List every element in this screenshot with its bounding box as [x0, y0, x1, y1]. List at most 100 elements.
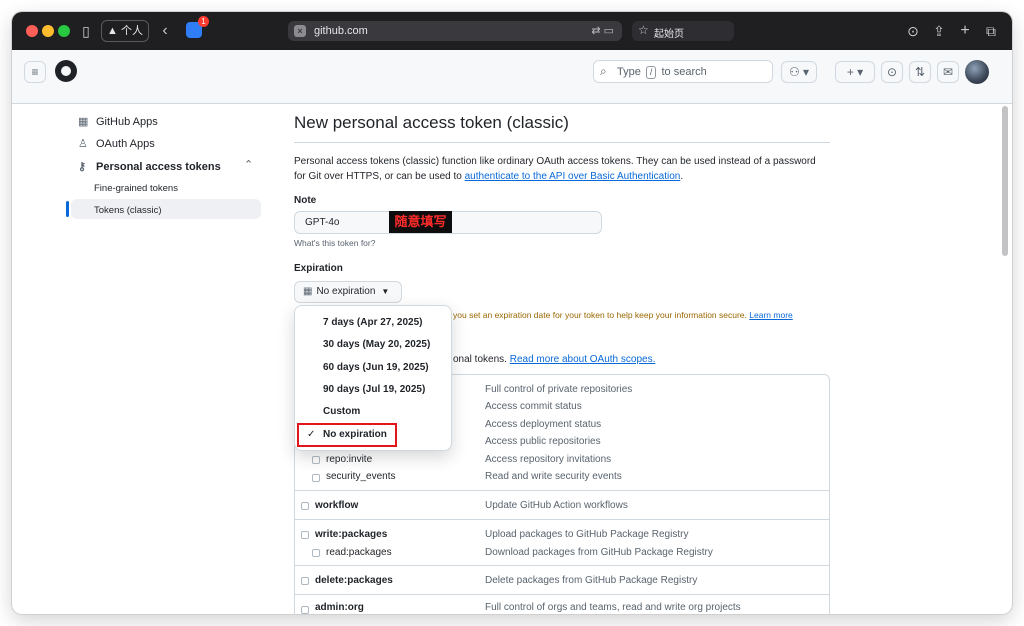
annotation-label: 随意填写	[389, 211, 452, 233]
pull-requests-icon[interactable]: ⇅	[909, 61, 931, 83]
table-row: delete:packages Delete packages from Git…	[295, 565, 829, 594]
sidebar-toggle-icon[interactable]: ▯	[78, 22, 94, 40]
learn-more-link[interactable]: Learn more	[749, 310, 792, 320]
apps-grid-icon: ▦	[78, 116, 89, 128]
search-icon: ⌕	[600, 64, 607, 78]
table-row: workflow Update GitHub Action workflows	[295, 490, 829, 519]
sidebar-item-tokens-classic[interactable]: Tokens (classic)	[94, 205, 162, 216]
note-hint: What's this token for?	[294, 238, 376, 248]
tab-overview-icon[interactable]: ⧉	[984, 22, 998, 40]
highlight-box	[297, 423, 397, 447]
address-url: github.com	[314, 25, 368, 37]
avatar[interactable]	[965, 60, 989, 84]
scope-description: Access commit status	[485, 401, 582, 412]
github-header: ≡ ⌕ Type / to search ⚇ ▾ + ▾ ⊙ ⇅ ✉	[12, 50, 1012, 104]
create-new-icon[interactable]: + ▾	[835, 61, 875, 83]
expiration-label: Expiration	[294, 263, 343, 274]
caret-down-icon: ▼	[381, 287, 390, 296]
sidebar-item-label: GitHub Apps	[96, 116, 158, 128]
scope-description: Upload packages to GitHub Package Regist…	[485, 529, 689, 540]
sidebar-item-label: OAuth Apps	[96, 138, 155, 150]
expiration-select[interactable]: ▦ No expiration ▼	[294, 281, 402, 303]
new-tab-icon[interactable]: +	[958, 22, 972, 40]
oauth-scopes-link[interactable]: Read more about OAuth scopes.	[510, 354, 656, 365]
warning-text: you set an expiration date for your toke…	[453, 310, 747, 320]
search-key-hint: /	[645, 66, 657, 79]
sidebar-item-personal-access-tokens[interactable]: ⚷ Personal access tokens	[78, 160, 221, 173]
scope-description: Download packages from GitHub Package Re…	[485, 547, 713, 558]
person-icon: ▲	[107, 25, 118, 37]
scope-checkbox-repo-invite[interactable]	[312, 456, 320, 464]
scope-description: Access deployment status	[485, 419, 602, 430]
basic-auth-link[interactable]: authenticate to the API over Basic Authe…	[465, 171, 681, 182]
github-logo-icon[interactable]	[55, 60, 77, 82]
note-label: Note	[294, 195, 317, 206]
scope-description: Update GitHub Action workflows	[485, 500, 628, 511]
scope-checkbox-delete-packages[interactable]	[301, 577, 309, 585]
site-favicon-icon: ×	[294, 25, 306, 37]
scope-description: Access public repositories	[485, 436, 601, 447]
translate-icon[interactable]: ⇄ ▭	[591, 24, 614, 37]
table-row: write:packages Upload packages to GitHub…	[295, 519, 829, 565]
expiration-dropdown-menu: 7 days (Apr 27, 2025) 30 days (May 20, 2…	[294, 305, 452, 451]
scopes-description: onal tokens. Read more about OAuth scope…	[453, 354, 655, 365]
expiration-option-90-days[interactable]: 90 days (Jul 19, 2025)	[323, 384, 425, 395]
expiration-value: No expiration	[316, 286, 376, 297]
sidebar-item-fine-grained-tokens[interactable]: Fine-grained tokens	[94, 183, 178, 194]
scope-checkbox-admin-org[interactable]	[301, 606, 309, 614]
scope-name: admin:org	[315, 602, 364, 613]
person-icon: ♙	[78, 138, 88, 150]
scopes-text: onal tokens.	[453, 354, 507, 365]
scope-checkbox-read-packages[interactable]	[312, 549, 320, 557]
page-title: New personal access token (classic)	[294, 113, 569, 132]
address-bar[interactable]: × github.com ⇄ ▭	[288, 21, 622, 41]
table-row: admin:org Full control of orgs and teams…	[295, 594, 829, 614]
zoom-window-button[interactable]	[58, 25, 70, 37]
scope-name: workflow	[315, 500, 359, 511]
tab-start-page[interactable]: ☆ 起始页	[632, 21, 734, 41]
tab-label: 起始页	[654, 29, 684, 40]
scope-name: security_events	[326, 471, 396, 482]
issues-icon[interactable]: ⊙	[881, 61, 903, 83]
title-divider	[294, 142, 830, 143]
scope-description: Read and write security events	[485, 471, 622, 482]
profile-label: 个人	[120, 25, 143, 37]
browser-window: ▯ ▲ 个人 ⌄ ‹ 1 × github.com ⇄ ▭ ☆ 起始页 ⊙ ⇪ …	[12, 12, 1012, 614]
extension-badge: 1	[198, 16, 209, 27]
search-suffix: to search	[661, 66, 707, 78]
copilot-icon[interactable]: ⚇ ▾	[781, 61, 817, 83]
chevron-up-icon[interactable]: ⌃	[244, 158, 253, 171]
minimize-window-button[interactable]	[42, 25, 54, 37]
scope-name: repo:invite	[326, 454, 373, 465]
key-icon: ⚷	[78, 161, 87, 173]
scope-name: delete:packages	[315, 575, 393, 586]
expiration-option-30-days[interactable]: 30 days (May 20, 2025)	[323, 339, 430, 350]
scope-name: write:packages	[315, 529, 388, 540]
expiration-option-60-days[interactable]: 60 days (Jun 19, 2025)	[323, 362, 429, 373]
scope-description: Full control of orgs and teams, read and…	[485, 602, 741, 613]
expiration-warning: you set an expiration date for your toke…	[453, 310, 793, 320]
scope-description: Full control of private repositories	[485, 384, 633, 395]
share-icon[interactable]: ⇪	[932, 22, 946, 40]
inbox-icon[interactable]: ✉	[937, 61, 959, 83]
sidebar-item-oauth-apps[interactable]: ♙ OAuth Apps	[78, 137, 155, 150]
scope-checkbox-write-packages[interactable]	[301, 531, 309, 539]
close-window-button[interactable]	[26, 25, 38, 37]
star-icon: ☆	[638, 23, 649, 37]
expiration-option-custom[interactable]: Custom	[323, 406, 360, 417]
sidebar-item-label: Personal access tokens	[96, 161, 221, 173]
scope-description: Access repository invitations	[485, 454, 612, 465]
download-icon[interactable]: ⊙	[906, 22, 920, 40]
scope-checkbox-security-events[interactable]	[312, 474, 320, 482]
scope-checkbox-workflow[interactable]	[301, 502, 309, 510]
search-input[interactable]: ⌕ Type / to search	[593, 60, 773, 83]
page-scrollbar[interactable]	[1002, 106, 1008, 256]
page-description: Personal access tokens (classic) functio…	[294, 154, 830, 184]
menu-icon[interactable]: ≡	[24, 61, 46, 83]
back-icon[interactable]: ‹	[158, 22, 172, 40]
expiration-option-7-days[interactable]: 7 days (Apr 27, 2025)	[323, 317, 423, 328]
profile-selector[interactable]: ▲ 个人 ⌄	[101, 20, 149, 57]
scope-name: read:packages	[326, 547, 392, 558]
sidebar-active-indicator	[66, 201, 69, 217]
sidebar-item-github-apps[interactable]: ▦ GitHub Apps	[78, 115, 158, 128]
